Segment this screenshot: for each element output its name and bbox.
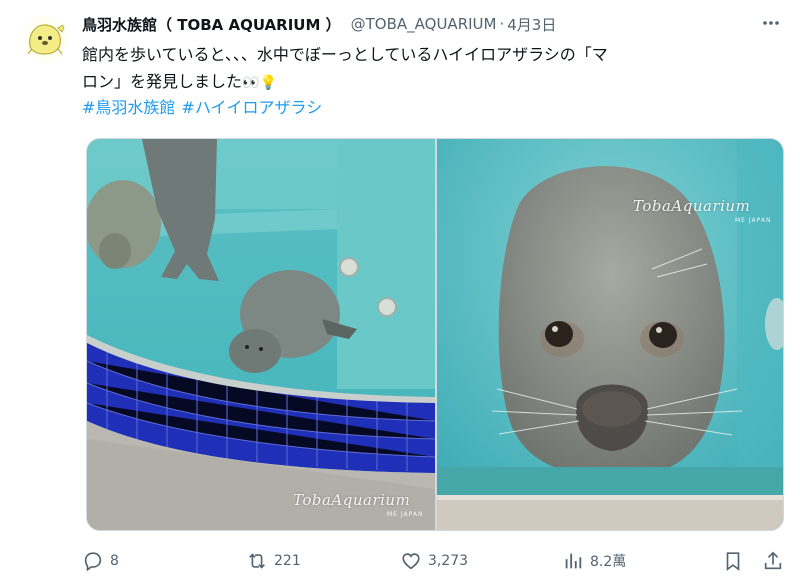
share-icon	[764, 551, 782, 570]
hashtag-link[interactable]: #鳥羽水族館	[82, 98, 175, 117]
bookmark-icon	[726, 552, 740, 571]
avatar[interactable]	[22, 16, 68, 62]
views-count: 8.2萬	[590, 554, 627, 570]
seal-mascot-icon	[22, 16, 68, 62]
reply-icon	[84, 552, 102, 572]
tweet-emoji: 👀💡	[242, 75, 277, 91]
share-button[interactable]	[762, 547, 784, 575]
views-icon	[565, 553, 582, 569]
watermark-sub: ME JAPAN	[735, 217, 772, 224]
separator: ·	[499, 15, 505, 33]
photo-seals-in-tank[interactable]: TobaAquarium ME JAPAN	[87, 139, 435, 530]
watermark: TobaAquarium	[293, 491, 411, 509]
tweet-text-line-1: 館内を歩いていると、、、水中でぼーっとしているハイイロアザラシの「マ	[82, 45, 608, 64]
hashtag-link[interactable]: #ハイイロアザラシ	[181, 98, 322, 117]
author-name[interactable]: 鳥羽水族館（ TOBA AQUARIUM ）	[82, 14, 341, 35]
watermark: TobaAquarium	[633, 197, 751, 215]
action-bar: 8 221 3,273 8.2萬	[82, 547, 786, 575]
bookmark-button[interactable]	[722, 547, 744, 575]
author-handle[interactable]: @TOBA_AQUARIUM	[351, 15, 497, 33]
repost-count: 221	[274, 553, 301, 569]
watermark-sub: ME JAPAN	[387, 511, 424, 518]
photo-seal-closeup[interactable]: TobaAquarium ME JAPAN	[437, 139, 783, 530]
more-button[interactable]	[758, 10, 784, 36]
like-button[interactable]: 3,273	[400, 547, 468, 575]
repost-button[interactable]: 221	[246, 547, 301, 575]
more-icon	[763, 21, 779, 25]
seal-tank-photo	[87, 139, 435, 530]
tweet-header: 鳥羽水族館（ TOBA AQUARIUM ） @TOBA_AQUARIUM · …	[82, 12, 556, 36]
heart-icon	[402, 553, 420, 570]
views-button[interactable]: 8.2萬	[562, 547, 626, 575]
media-grid: TobaAquarium ME JAPAN TobaAquarium ME JA…	[86, 138, 784, 531]
hashtags: #鳥羽水族館 #ハイイロアザラシ	[82, 96, 328, 120]
tweet-text: 館内を歩いていると、、、水中でぼーっとしているハイイロアザラシの「マ ロン」を発…	[82, 41, 782, 97]
reply-count: 8	[110, 553, 119, 569]
post-date[interactable]: 4月3日	[507, 14, 556, 35]
reply-button[interactable]: 8	[82, 547, 119, 575]
like-count: 3,273	[428, 553, 469, 569]
tweet-text-line-2: ロン」を発見しました	[82, 72, 243, 91]
repost-icon	[249, 553, 265, 569]
